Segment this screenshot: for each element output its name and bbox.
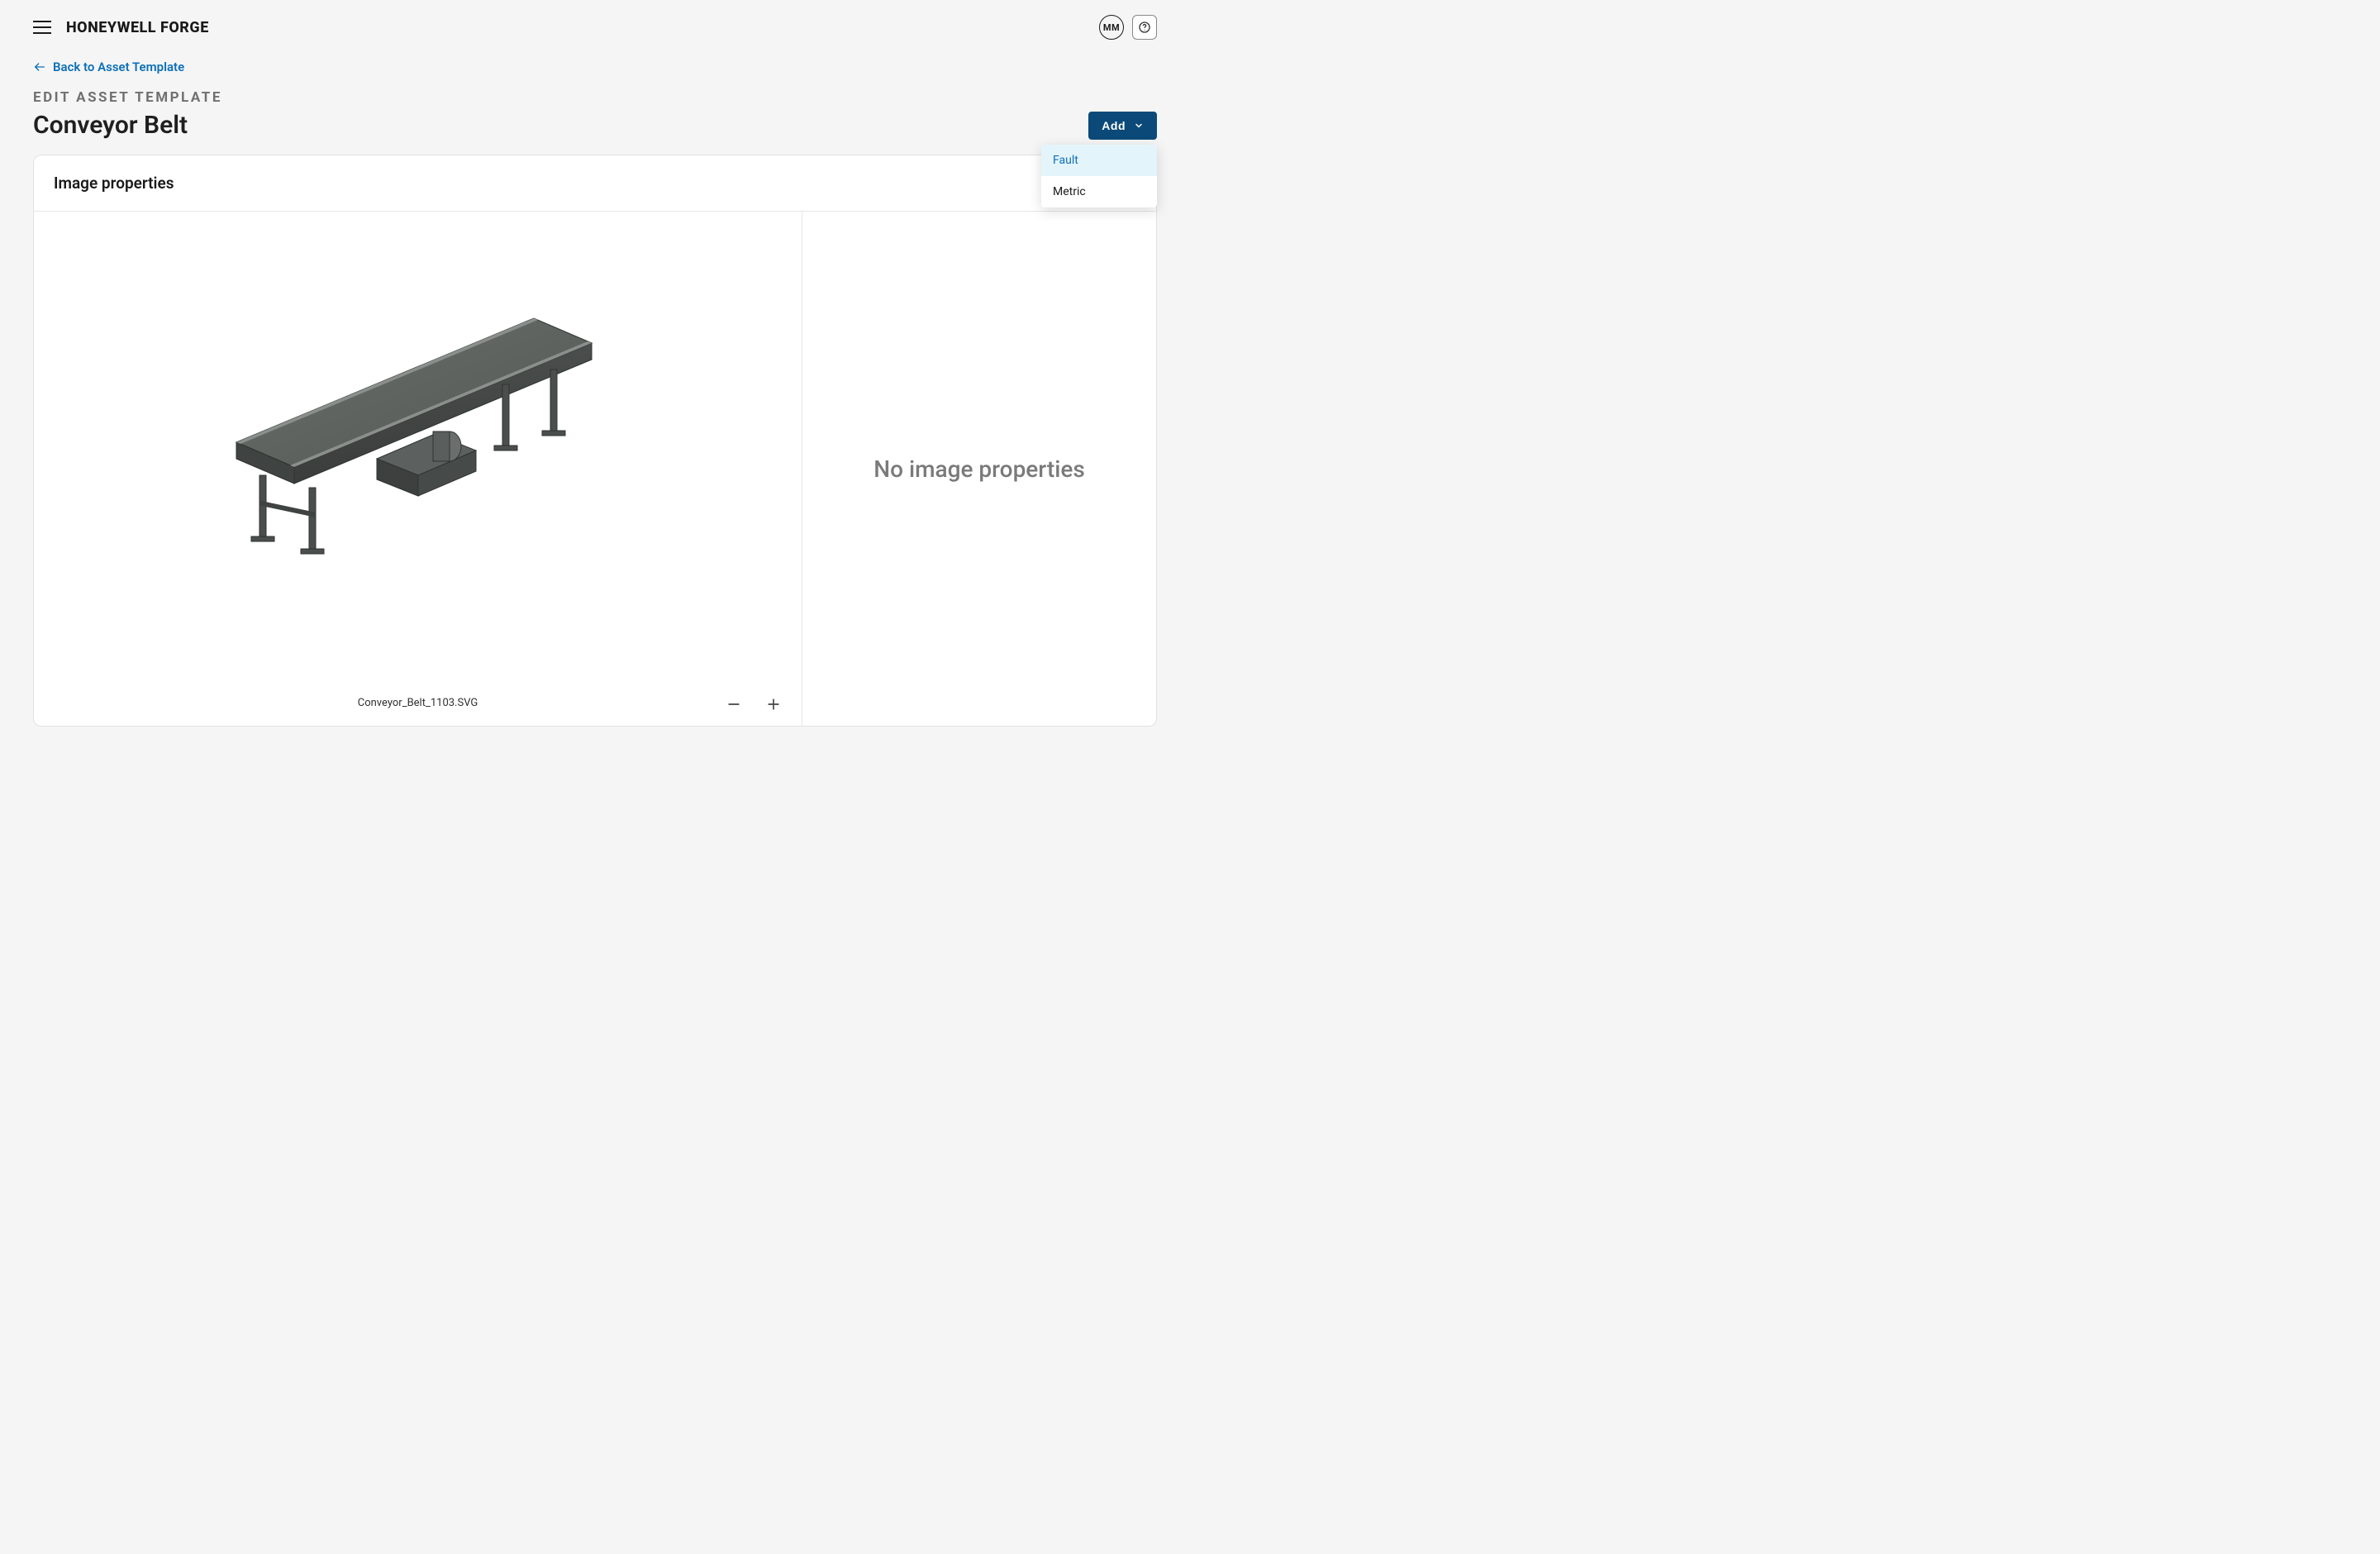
panel-title: Image properties <box>34 155 1156 212</box>
add-button[interactable]: Add <box>1088 112 1157 140</box>
add-button-label: Add <box>1102 119 1126 132</box>
image-canvas: Conveyor_Belt_1103.SVG <box>34 212 802 726</box>
help-icon <box>1138 21 1151 34</box>
avatar[interactable]: MM <box>1099 15 1124 40</box>
properties-empty-state: No image properties <box>802 212 1156 726</box>
top-bar-right: MM <box>1099 15 1157 40</box>
arrow-left-icon <box>33 60 46 74</box>
zoom-controls <box>726 696 782 713</box>
back-link-label: Back to Asset Template <box>53 60 184 74</box>
title-row: Conveyor Belt Add Fault Metric <box>33 111 1157 140</box>
zoom-out-icon[interactable] <box>726 696 742 713</box>
image-properties-panel: Image properties <box>33 155 1157 727</box>
chevron-down-icon <box>1134 121 1144 131</box>
content-area: Back to Asset Template EDIT ASSET TEMPLA… <box>0 48 1190 727</box>
page-title: Conveyor Belt <box>33 111 188 140</box>
empty-message: No image properties <box>873 455 1085 483</box>
dropdown-item-metric[interactable]: Metric <box>1041 176 1157 207</box>
panel-body: Conveyor_Belt_1103.SVG No image properti… <box>34 212 1156 726</box>
page-eyebrow: EDIT ASSET TEMPLATE <box>33 89 1157 106</box>
dropdown-item-fault[interactable]: Fault <box>1041 145 1157 176</box>
help-button[interactable] <box>1132 15 1157 40</box>
conveyor-image <box>203 302 633 570</box>
brand-title: HONEYWELL FORGE <box>66 19 209 36</box>
back-link[interactable]: Back to Asset Template <box>33 53 184 89</box>
hamburger-menu-icon[interactable] <box>33 21 51 34</box>
image-filename: Conveyor_Belt_1103.SVG <box>358 697 478 709</box>
add-button-wrap: Add Fault Metric <box>1088 112 1157 140</box>
top-bar-left: HONEYWELL FORGE <box>33 19 209 36</box>
top-bar: HONEYWELL FORGE MM <box>0 0 1190 48</box>
add-dropdown: Fault Metric <box>1041 145 1157 207</box>
zoom-in-icon[interactable] <box>765 696 782 713</box>
